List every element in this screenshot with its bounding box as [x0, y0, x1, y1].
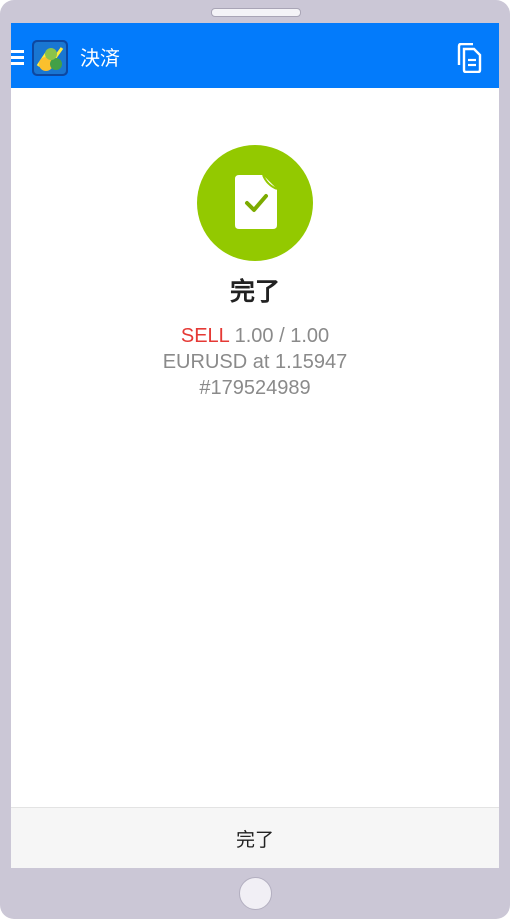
page-title: 決済 [80, 46, 120, 70]
phone-frame: 決済 完了 SELL 1.00 / 1.00 EURUSD at 1.15947… [0, 0, 510, 919]
order-ticket: #179524989 [199, 377, 311, 399]
app-bar: 決済 [11, 23, 499, 88]
phone-home-button[interactable] [239, 877, 272, 910]
order-symbol-price: EURUSD at 1.15947 [162, 351, 348, 373]
order-volume: 1.00 / 1.00 [234, 325, 330, 347]
hamburger-icon[interactable] [11, 50, 24, 66]
order-side: SELL [180, 325, 230, 347]
success-badge [197, 145, 313, 261]
metatrader-logo-icon[interactable] [32, 40, 68, 76]
footer-bar: 完了 [11, 807, 499, 868]
app-screen: 決済 完了 SELL 1.00 / 1.00 EURUSD at 1.15947… [11, 23, 499, 868]
order-volume-line: SELL 1.00 / 1.00 [11, 323, 499, 349]
done-button[interactable]: 完了 [11, 808, 499, 868]
copy-document-icon[interactable] [455, 42, 483, 74]
status-title: 完了 [229, 277, 280, 306]
phone-speaker [211, 8, 301, 17]
document-check-icon [235, 174, 278, 229]
order-summary: SELL 1.00 / 1.00 EURUSD at 1.15947 #1795… [11, 323, 499, 401]
